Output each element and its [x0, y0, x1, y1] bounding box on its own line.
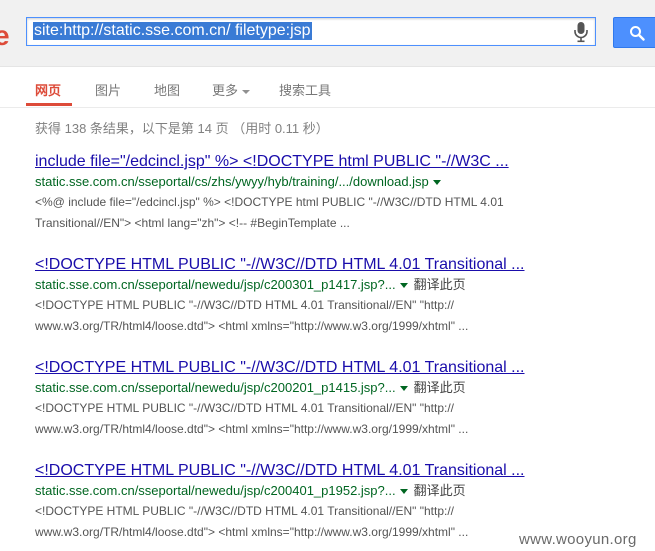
translate-link[interactable]: 翻译此页	[414, 277, 466, 292]
microphone-icon[interactable]	[573, 21, 589, 43]
tab-more[interactable]: 更多	[212, 80, 251, 99]
tab-more-label: 更多	[212, 83, 239, 98]
search-icon	[630, 26, 645, 41]
result-url: static.sse.com.cn/sseportal/newedu/jsp/c…	[35, 379, 655, 397]
result-stats: 获得 138 条结果，以下是第 14 页 （用时 0.11 秒）	[35, 121, 329, 136]
snippet-line: <!DOCTYPE HTML PUBLIC "-//W3C//DTD HTML …	[35, 401, 454, 415]
snippet-line: <!DOCTYPE HTML PUBLIC "-//W3C//DTD HTML …	[35, 504, 454, 518]
result-url: static.sse.com.cn/sseportal/newedu/jsp/c…	[35, 482, 655, 500]
search-input[interactable]: site:http://static.sse.com.cn/ filetype:…	[26, 17, 596, 46]
url-caret-icon[interactable]	[399, 386, 408, 392]
result-snippet: <!DOCTYPE HTML PUBLIC "-//W3C//DTD HTML …	[35, 295, 655, 337]
search-result: <!DOCTYPE HTML PUBLIC "-//W3C//DTD HTML …	[35, 255, 655, 337]
result-url-text: static.sse.com.cn/sseportal/newedu/jsp/c…	[35, 277, 396, 292]
result-title-link[interactable]: <!DOCTYPE HTML PUBLIC "-//W3C//DTD HTML …	[35, 255, 655, 275]
result-url: static.sse.com.cn/sseportal/newedu/jsp/c…	[35, 276, 655, 294]
result-snippet: <%@ include file="/edcincl.jsp" %> <!DOC…	[35, 192, 655, 234]
url-caret-icon[interactable]	[432, 180, 441, 186]
snippet-line: www.w3.org/TR/html4/loose.dtd"> <html xm…	[35, 319, 469, 333]
url-caret-icon[interactable]	[399, 283, 408, 289]
tab-images[interactable]: 图片	[95, 80, 121, 99]
active-tab-indicator	[26, 103, 72, 106]
search-result: <!DOCTYPE HTML PUBLIC "-//W3C//DTD HTML …	[35, 358, 655, 440]
chevron-down-icon	[242, 89, 251, 94]
result-url-text: static.sse.com.cn/sseportal/cs/zhs/ywyy/…	[35, 174, 429, 189]
snippet-line: <%@ include file="/edcincl.jsp" %> <!DOC…	[35, 195, 504, 209]
tab-maps[interactable]: 地图	[154, 80, 180, 99]
translate-link[interactable]: 翻译此页	[414, 483, 466, 498]
snippet-line: Transitional//EN"> <html lang="zh"> <!--…	[35, 216, 350, 230]
result-title-link[interactable]: <!DOCTYPE HTML PUBLIC "-//W3C//DTD HTML …	[35, 358, 655, 378]
search-tabs: 网页 图片 地图 更多 搜索工具	[0, 67, 655, 108]
result-title-link[interactable]: <!DOCTYPE HTML PUBLIC "-//W3C//DTD HTML …	[35, 461, 655, 481]
url-caret-icon[interactable]	[399, 489, 408, 495]
tab-search-tools[interactable]: 搜索工具	[279, 80, 331, 99]
result-snippet: <!DOCTYPE HTML PUBLIC "-//W3C//DTD HTML …	[35, 398, 655, 440]
search-result: include file="/edcincl.jsp" %> <!DOCTYPE…	[35, 152, 655, 234]
translate-link[interactable]: 翻译此页	[414, 380, 466, 395]
result-url-text: static.sse.com.cn/sseportal/newedu/jsp/c…	[35, 483, 396, 498]
snippet-line: www.w3.org/TR/html4/loose.dtd"> <html xm…	[35, 422, 469, 436]
result-title-link[interactable]: include file="/edcincl.jsp" %> <!DOCTYPE…	[35, 152, 655, 172]
google-logo[interactable]: e	[0, 20, 10, 52]
result-url-text: static.sse.com.cn/sseportal/newedu/jsp/c…	[35, 380, 396, 395]
result-url: static.sse.com.cn/sseportal/cs/zhs/ywyy/…	[35, 173, 655, 191]
search-header: e site:http://static.sse.com.cn/ filetyp…	[0, 0, 655, 67]
tab-web[interactable]: 网页	[35, 80, 61, 99]
snippet-line: <!DOCTYPE HTML PUBLIC "-//W3C//DTD HTML …	[35, 298, 454, 312]
search-query-text[interactable]: site:http://static.sse.com.cn/ filetype:…	[33, 22, 312, 40]
search-button[interactable]	[613, 17, 655, 48]
watermark: www.wooyun.org	[519, 531, 637, 548]
